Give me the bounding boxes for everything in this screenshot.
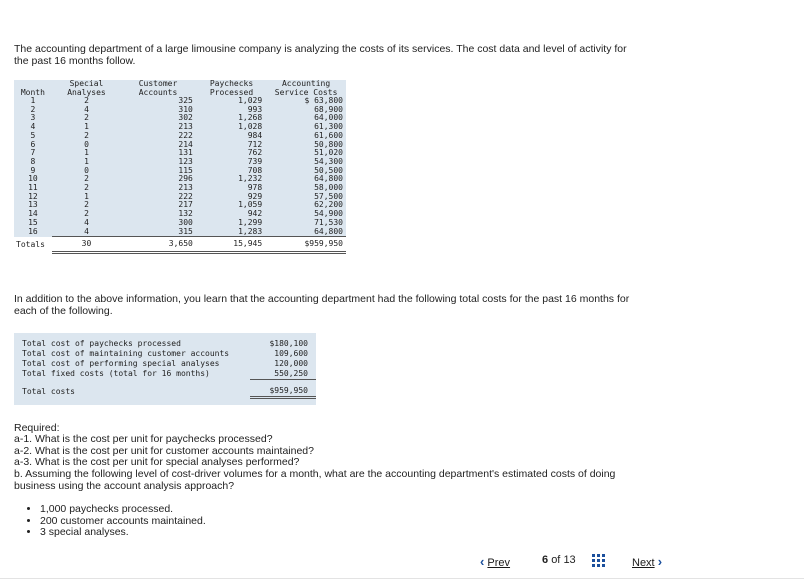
list-item: 1,000 paychecks processed. <box>40 503 206 516</box>
header-special-analyses: Special Analyses <box>67 79 106 97</box>
divider <box>0 578 804 579</box>
prev-button[interactable]: ‹ Prev <box>480 554 510 569</box>
cost-value: 550,250 <box>274 369 308 378</box>
totals-row: Totals 30 3,650 15,945 $959,950 <box>14 236 346 254</box>
intro-text: The accounting department of a large lim… <box>14 43 627 67</box>
cost-value: 120,000 <box>274 359 308 368</box>
chevron-left-icon: ‹ <box>480 554 485 569</box>
total-cost: $959,950 <box>267 236 346 254</box>
cell-customer: 315 <box>178 226 193 236</box>
total-customer: 3,650 <box>121 236 199 254</box>
cost-label: Total cost of maintaining customer accou… <box>22 349 230 358</box>
cost-total-label: Total costs <box>22 386 75 396</box>
total-special: 30 <box>51 236 122 254</box>
total-paychecks: 15,945 <box>198 236 268 254</box>
cost-value: 109,600 <box>274 349 308 358</box>
cost-value: $180,100 <box>269 339 308 348</box>
list-item: 3 special analyses. <box>40 526 206 539</box>
question-b: b. Assuming the following level of cost-… <box>14 468 616 492</box>
cost-driver-list: 1,000 paychecks processed. 200 customer … <box>14 503 206 539</box>
question-a3: a-3. What is the cost per unit for speci… <box>14 456 300 468</box>
cell-paychecks: 1,283 <box>238 226 263 236</box>
cost-row: Total cost of performing special analyse… <box>14 359 316 369</box>
cell-special: 4 <box>84 226 89 236</box>
table-header-row: Month Special Analyses Customer Accounts P… <box>14 79 346 97</box>
table-row: 16 4 315 1,283 64,800 <box>14 226 346 237</box>
cost-label: Total cost of paychecks processed <box>22 339 181 348</box>
total-pages: 13 <box>563 554 576 566</box>
header-customer-accounts: Customer Accounts <box>138 79 178 97</box>
activity-table: Month Special Analyses Customer Accounts P… <box>14 79 346 254</box>
cost-total-value: $959,950 <box>250 386 316 399</box>
cost-row: Total cost of paychecks processed $180,10… <box>14 339 316 349</box>
cost-label: Total fixed costs (total for 16 months) <box>22 369 210 379</box>
header-month: Month <box>20 87 45 97</box>
cost-row: Total fixed costs (total for 16 months) 5… <box>14 369 316 380</box>
cost-row: Total cost of maintaining customer accou… <box>14 349 316 359</box>
cell-cost: 64,800 <box>314 226 343 236</box>
page-of: of <box>551 554 561 566</box>
cost-label: Total cost of performing special analyse… <box>22 359 220 368</box>
total-label: Totals <box>16 239 45 249</box>
grid-icon[interactable] <box>592 554 605 567</box>
question-a1: a-1. What is the cost per unit for paych… <box>14 433 273 445</box>
chevron-right-icon: › <box>657 554 663 569</box>
cost-table: Total cost of paychecks processed $180,10… <box>14 333 316 405</box>
header-paychecks-processed: Paychecks Processed <box>209 79 254 97</box>
next-button[interactable]: Next › <box>632 554 662 569</box>
next-label: Next <box>632 557 655 569</box>
prev-label: Prev <box>487 557 511 569</box>
addition-text: In addition to the above information, yo… <box>14 293 630 317</box>
cell-month: 16 <box>28 226 38 236</box>
header-accounting-costs: Accounting Service Costs <box>274 79 338 97</box>
current-page: 6 <box>542 554 549 566</box>
cost-total-row: Total costs $959,950 <box>14 386 316 399</box>
page-indicator: 6 of 13 <box>542 554 576 566</box>
